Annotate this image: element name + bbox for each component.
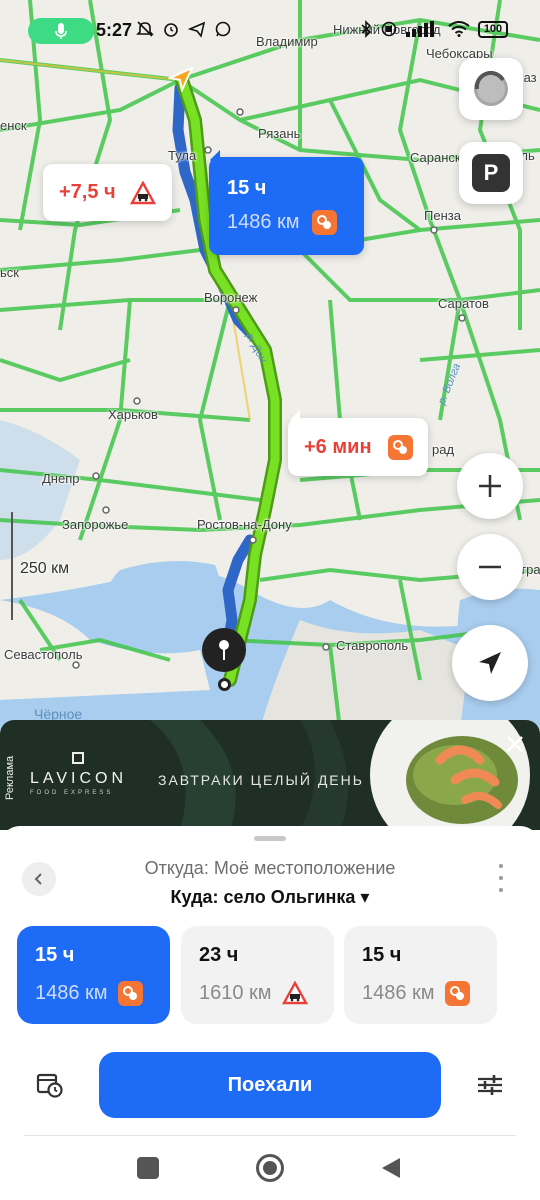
minus-icon <box>479 565 501 569</box>
ad-brand: LAVICON <box>30 770 128 787</box>
battery-icon: 100 <box>478 20 508 38</box>
traffic-button[interactable] <box>459 58 523 120</box>
destination-dot-icon <box>218 678 231 691</box>
status-bar: 5:27 100 <box>0 0 540 56</box>
brand-logo-icon <box>72 752 84 764</box>
parking-icon: P <box>472 154 510 192</box>
my-location-button[interactable] <box>452 625 528 701</box>
route-to[interactable]: Куда: село Ольгинка ▾ <box>0 887 540 908</box>
city-saransk: Саранск <box>410 150 461 165</box>
city-dnepr: Днепр <box>42 471 80 486</box>
toll-road-icon <box>444 981 470 1006</box>
city-left-partial: ьск <box>0 265 19 280</box>
recents-button[interactable] <box>137 1157 159 1179</box>
mic-indicator-icon <box>28 18 94 44</box>
city-zaporozhye: Запорожье <box>62 517 129 532</box>
railway-crossing-icon <box>281 981 308 1005</box>
ad-close-button[interactable] <box>504 733 526 755</box>
plus-icon <box>479 475 501 497</box>
signal-icon <box>406 21 434 37</box>
railway-crossing-icon <box>129 180 156 204</box>
route-option-3[interactable]: 15 ч 1486 км <box>344 926 497 1024</box>
ad-label: Реклама <box>4 755 16 800</box>
city-tula: Тула <box>168 148 197 163</box>
route-option-time: 15 ч <box>35 944 75 966</box>
bluetooth-icon <box>361 20 372 38</box>
back-nav-button[interactable] <box>380 1156 402 1180</box>
schedule-button[interactable] <box>30 1065 70 1105</box>
route-settings-button[interactable] <box>470 1065 510 1105</box>
segment-delta: +6 мин <box>304 435 372 458</box>
city-bryansk-partial: енск <box>0 118 27 133</box>
navigation-arrow-icon <box>479 652 501 674</box>
ad-brand-sub: FOOD EXPRESS <box>30 790 114 796</box>
wifi-icon <box>448 21 470 37</box>
route-option-distance: 1610 км <box>199 981 272 1004</box>
home-icon <box>263 1161 277 1175</box>
city-saratov: Саратов <box>438 296 489 311</box>
route-from[interactable]: Откуда: Моё местоположение <box>0 858 540 879</box>
main-route-callout[interactable]: 15 ч 1486 км <box>209 157 364 255</box>
sliders-icon <box>478 1075 502 1095</box>
close-icon <box>507 736 523 752</box>
zoom-out-button[interactable] <box>457 534 523 600</box>
more-options-button[interactable] <box>496 864 506 892</box>
telegram-icon <box>188 21 206 38</box>
route-option-1[interactable]: 15 ч 1486 км <box>17 926 170 1024</box>
route-option-2[interactable]: 23 ч 1610 км <box>181 926 334 1024</box>
alt-route-delta: +7,5 ч <box>59 181 116 203</box>
system-nav-bar <box>0 1136 540 1200</box>
route-option-distance: 1486 км <box>35 982 108 1004</box>
toll-road-icon <box>117 981 143 1006</box>
home-button[interactable] <box>256 1154 284 1182</box>
calendar-clock-icon <box>36 1073 63 1098</box>
zoom-in-button[interactable] <box>457 453 523 519</box>
city-sevastopol: Севастополь <box>4 647 83 662</box>
alt-route-callout[interactable]: +7,5 ч <box>43 164 172 221</box>
segment-delta-callout[interactable]: +6 мин <box>288 418 428 476</box>
toll-road-icon <box>311 210 337 235</box>
route-option-distance: 1486 км <box>362 982 435 1004</box>
whatsapp-icon <box>215 21 231 37</box>
traffic-ring-icon <box>474 70 508 106</box>
current-location-arrow-icon <box>168 66 194 92</box>
city-volgograd-partial: рад <box>432 442 455 457</box>
main-route-time: 15 ч <box>227 177 267 199</box>
sheet-grabber[interactable] <box>254 836 286 841</box>
map-scale-label: 250 км <box>20 560 70 577</box>
city-kharkov: Харьков <box>108 407 158 422</box>
city-voronezh: Воронеж <box>204 290 258 305</box>
ad-slogan: ЗАВТРАКИ ЦЕЛЫЙ ДЕНЬ <box>158 772 364 788</box>
status-time: 5:27 <box>96 20 133 40</box>
vibrate-icon <box>381 21 397 37</box>
go-button[interactable]: Поехали <box>99 1052 441 1118</box>
city-rostov: Ростов-на-Дону <box>197 517 292 532</box>
parking-button[interactable]: P <box>459 142 523 204</box>
route-option-time: 23 ч <box>199 944 239 966</box>
city-ryazan: Рязань <box>258 126 301 141</box>
alarm-icon <box>164 23 178 37</box>
city-penza: Пенза <box>424 208 461 223</box>
main-route-distance: 1486 км <box>227 211 300 233</box>
destination-pin-icon[interactable] <box>202 628 246 672</box>
mute-icon <box>136 21 154 37</box>
route-option-time: 15 ч <box>362 944 402 966</box>
toll-road-icon <box>387 434 413 460</box>
ad-banner[interactable]: LAVICON FOOD EXPRESS ЗАВТРАКИ ЦЕЛЫЙ ДЕНЬ… <box>0 720 540 830</box>
city-stavropol: Ставрополь <box>336 638 409 653</box>
